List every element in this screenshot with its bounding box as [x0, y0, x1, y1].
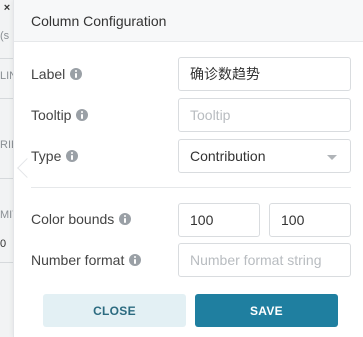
color-bounds-field-label: Color bounds — [31, 211, 132, 227]
chevron-down-icon — [327, 155, 337, 160]
type-select[interactable]: Contribution — [178, 139, 351, 173]
column-configuration-popover: Column Configuration Label 确诊数趋势 Tooltip… — [13, 0, 363, 337]
popover-title: Column Configuration — [31, 13, 167, 29]
divider — [0, 178, 14, 179]
divider — [0, 98, 14, 99]
save-button[interactable]: SAVE — [195, 294, 338, 327]
type-text: Type — [31, 148, 62, 164]
tooltip-text: Tooltip — [31, 107, 72, 123]
number-format-field-label: Number format — [31, 252, 142, 268]
type-select-value: Contribution — [190, 148, 266, 164]
background-text: (s — [0, 30, 10, 42]
info-icon[interactable] — [70, 68, 83, 80]
section-divider — [31, 187, 351, 188]
info-icon[interactable] — [129, 254, 142, 266]
label-field-label: Label — [31, 66, 83, 82]
type-field-label: Type — [31, 148, 79, 164]
divider — [0, 262, 14, 263]
close-icon[interactable]: × — [1, 1, 13, 15]
background-text: 0 — [0, 238, 7, 250]
close-button[interactable]: CLOSE — [43, 294, 186, 327]
label-input[interactable]: 确诊数趋势 — [178, 57, 351, 91]
divider — [0, 58, 14, 59]
tooltip-field-label: Tooltip — [31, 107, 89, 123]
popover-header: Column Configuration — [14, 0, 363, 42]
number-format-input[interactable]: Number format string — [178, 243, 351, 277]
label-text: Label — [31, 66, 66, 82]
number-format-text: Number format — [31, 252, 125, 268]
color-bounds-text: Color bounds — [31, 211, 115, 227]
color-bounds-min-input[interactable]: 100 — [178, 203, 260, 237]
info-icon[interactable] — [76, 109, 89, 121]
info-icon[interactable] — [66, 150, 79, 162]
tooltip-input[interactable]: Tooltip — [178, 98, 351, 132]
color-bounds-max-input[interactable]: 100 — [269, 203, 351, 237]
info-icon[interactable] — [119, 213, 132, 225]
